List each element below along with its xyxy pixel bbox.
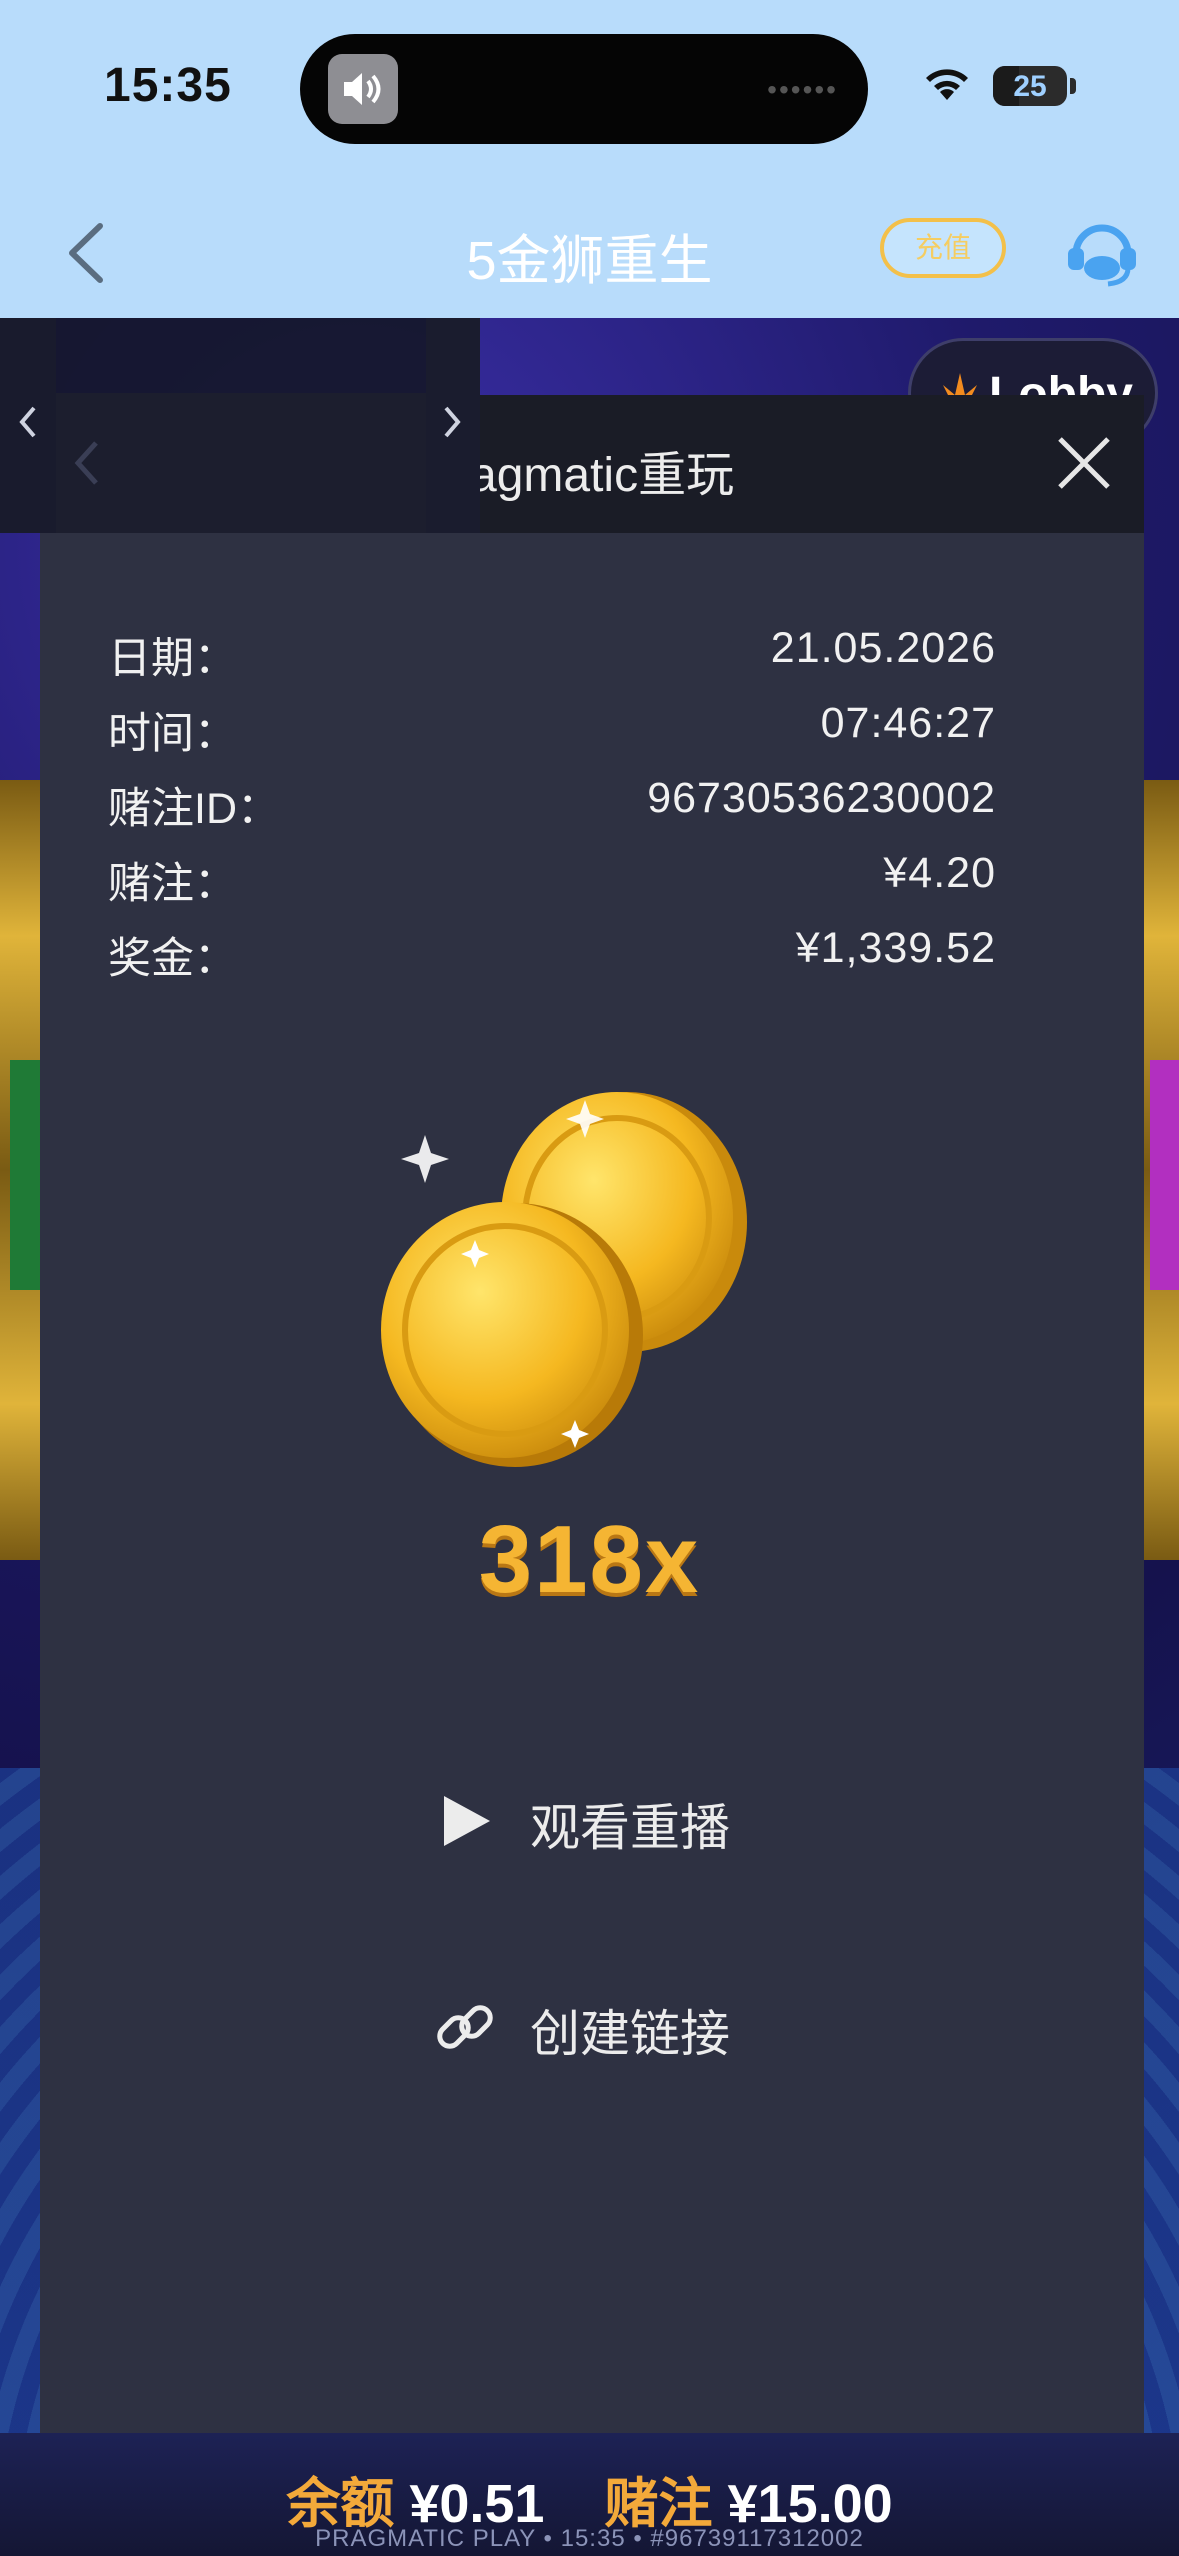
status-bar: 15:35 •••••• 25 xyxy=(0,0,1179,180)
detail-label: 赌注： xyxy=(108,860,237,908)
detail-label: 赌注ID： xyxy=(108,785,280,833)
volume-icon xyxy=(328,54,398,124)
detail-row-bet-id: 赌注ID： 96730536230002 xyxy=(108,774,996,834)
detail-label: 时间： xyxy=(108,710,237,758)
detail-value: 96730536230002 xyxy=(647,774,996,822)
battery-level: 25 xyxy=(1013,70,1047,103)
recharge-button[interactable]: 充值 xyxy=(880,218,1006,278)
chevron-right-icon xyxy=(444,406,461,438)
detail-row-win: 奖金： ¥1,339.52 xyxy=(108,924,996,984)
detail-row-bet: 赌注： ¥4.20 xyxy=(108,849,996,909)
detail-label: 奖金： xyxy=(108,935,237,983)
detail-label: 日期： xyxy=(108,635,237,683)
gold-coins-icon xyxy=(381,1092,747,1467)
watch-replay-button[interactable]: 观看重播 xyxy=(430,1782,830,1862)
reel-symbol-right xyxy=(1150,1060,1179,1290)
game-bottom-bar: 余额 ¥0.51 赌注 ¥15.00 PRAGMATIC PLAY • 15:3… xyxy=(0,2433,1179,2556)
chevron-left-icon xyxy=(19,406,36,438)
create-link-button[interactable]: 创建链接 xyxy=(430,1988,830,2068)
customer-service-icon[interactable] xyxy=(1062,210,1142,290)
detail-row-time: 时间： 07:46:27 xyxy=(108,699,996,759)
pager-prev-outer[interactable] xyxy=(0,318,56,533)
detail-value: 21.05.2026 xyxy=(770,624,996,672)
watch-replay-label: 观看重播 xyxy=(530,1800,730,1856)
link-icon xyxy=(437,2005,493,2049)
battery-tip xyxy=(1070,78,1076,94)
detail-value: ¥1,339.52 xyxy=(795,924,996,972)
island-dots: •••••• xyxy=(767,74,838,105)
status-time: 15:35 xyxy=(104,59,232,112)
dynamic-island: •••••• xyxy=(300,34,868,144)
close-icon[interactable] xyxy=(1054,433,1114,493)
pager-next-outer[interactable] xyxy=(426,318,480,533)
reel-symbol-left xyxy=(10,1060,40,1290)
play-icon xyxy=(444,1796,490,1846)
create-link-label: 创建链接 xyxy=(530,2006,730,2062)
pager-overlay xyxy=(0,318,480,533)
detail-row-date: 日期： 21.05.2026 xyxy=(108,624,996,684)
wifi-icon xyxy=(926,69,968,100)
detail-value: ¥4.20 xyxy=(883,849,996,897)
detail-value: 07:46:27 xyxy=(820,699,996,747)
win-multiplier: 318x xyxy=(478,1506,701,1613)
nav-bar: 5金狮重生 充值 xyxy=(0,180,1179,318)
pager-inner xyxy=(56,393,426,533)
chevron-left-inner-icon[interactable] xyxy=(56,393,116,533)
battery-icon: 25 xyxy=(993,66,1067,106)
game-footer-info: PRAGMATIC PLAY • 15:35 • #96739117312002 xyxy=(315,2525,864,2552)
replay-title: agmatic重玩 xyxy=(470,449,735,502)
